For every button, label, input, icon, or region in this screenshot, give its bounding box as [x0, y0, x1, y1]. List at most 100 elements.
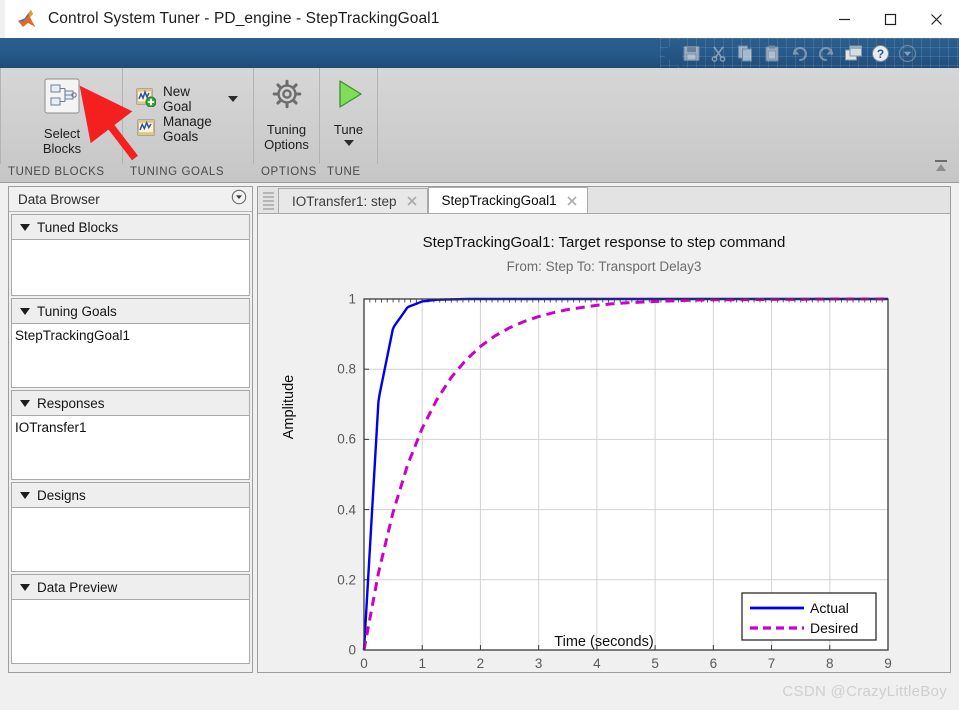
dropdown-circle-icon[interactable] [231, 189, 247, 210]
sidebar-section-label: Data Preview [37, 579, 118, 595]
data-browser-header: Data Browser [9, 187, 252, 212]
save-icon[interactable] [682, 44, 701, 63]
x-tick-label: 3 [534, 656, 543, 671]
close-tab-icon[interactable] [566, 195, 578, 207]
new-goal-icon [136, 87, 157, 112]
document-tab-steptrackinggoal1[interactable]: StepTrackingGoal1 [427, 187, 588, 213]
sidebar-section-tuned-blocks: Tuned Blocks [11, 214, 250, 296]
group-label-tuned-blocks: TUNED BLOCKS [8, 166, 105, 178]
more-chevron-icon[interactable] [898, 44, 917, 63]
new-goal-label: New Goal [163, 84, 192, 114]
sidebar-section-header-tuned-blocks[interactable]: Tuned Blocks [11, 214, 250, 240]
select-blocks-button[interactable]: Select Blocks [14, 68, 110, 160]
ribbon-groups: Select Blocks TUNED BLOCKS New Goal Mana… [0, 68, 378, 178]
sidebar-section-header-responses[interactable]: Responses [11, 390, 250, 416]
sidebar-list-data-preview[interactable] [11, 600, 250, 664]
manage-goals-icon [136, 117, 156, 142]
close-button[interactable] [913, 0, 959, 38]
ribbon-group-tuning-goals: New Goal Manage Goals TUNING GOALS [123, 68, 254, 178]
window-controls [821, 0, 959, 38]
svg-text:Actual: Actual [810, 600, 849, 616]
sidebar-section-tuning-goals: Tuning Goals StepTrackingGoal1 [11, 298, 250, 388]
manage-goals-button[interactable]: Manage Goals [131, 114, 243, 144]
paste-icon[interactable] [763, 44, 782, 63]
x-tick-label: 4 [593, 656, 601, 671]
undo-icon[interactable] [790, 44, 809, 63]
sidebar-list-responses[interactable]: IOTransfer1 [11, 416, 250, 480]
sidebar-section-label: Designs [37, 487, 86, 503]
sidebar-section-label: Tuning Goals [37, 303, 117, 319]
step-response-plot: StepTrackingGoal1: Target response to st… [259, 214, 949, 671]
ribbon-group-tune: Tune TUNE [320, 68, 378, 178]
list-item[interactable]: IOTransfer1 [12, 418, 249, 436]
triangle-down-icon [20, 491, 30, 499]
y-tick-label: 0 [348, 642, 356, 658]
window-title: Control System Tuner - PD_engine - StepT… [48, 10, 440, 27]
x-tick-label: 0 [360, 656, 368, 671]
sidebar-list-tuning-goals[interactable]: StepTrackingGoal1 [11, 324, 250, 388]
sidebar-section-header-tuning-goals[interactable]: Tuning Goals [11, 298, 250, 324]
tab-bar-grip[interactable] [263, 192, 274, 210]
title-bar: Control System Tuner - PD_engine - StepT… [5, 0, 959, 39]
data-browser-title: Data Browser [18, 191, 100, 207]
select-blocks-label: Select Blocks [42, 126, 82, 156]
manage-goals-label: Manage Goals [163, 114, 212, 144]
maximize-button[interactable] [867, 0, 913, 38]
sidebar-list-designs[interactable] [11, 508, 250, 572]
x-axis-label: Time (seconds) [554, 634, 654, 650]
sidebar-list-tuned-blocks[interactable] [11, 240, 250, 296]
sidebar-section-label: Tuned Blocks [37, 219, 119, 235]
x-tick-label: 1 [418, 656, 426, 671]
y-tick-label: 0.8 [337, 361, 356, 377]
cut-icon[interactable] [709, 44, 728, 63]
minimize-button[interactable] [821, 0, 867, 38]
x-tick-label: 7 [767, 656, 776, 671]
ribbon: Select Blocks TUNED BLOCKS New Goal Mana… [0, 68, 959, 183]
x-tick-label: 9 [884, 656, 892, 671]
sidebar-section-header-designs[interactable]: Designs [11, 482, 250, 508]
sidebar-section-header-data-preview[interactable]: Data Preview [11, 574, 250, 600]
triangle-down-icon [20, 399, 30, 407]
tune-button[interactable]: Tune [320, 68, 377, 160]
triangle-down-icon [20, 223, 30, 231]
ribbon-group-tuned-blocks: Select Blocks TUNED BLOCKS [0, 68, 123, 178]
copy-icon[interactable] [736, 44, 755, 63]
ribbon-group-options: Tuning Options OPTIONS [254, 68, 320, 178]
list-item[interactable]: StepTrackingGoal1 [12, 326, 249, 344]
data-browser-panel: Data Browser Tuned Blocks Tuning Goals S [8, 186, 253, 673]
document-tab-bar: IOTransfer1: step StepTrackingGoal1 [258, 187, 950, 214]
ribbon-tab-strip: ? CONTROL SYSTEM TUNING 视图 [0, 38, 959, 106]
x-tick-label: 8 [826, 656, 834, 671]
group-label-options: OPTIONS [261, 166, 317, 178]
redo-icon[interactable] [817, 44, 836, 63]
group-label-tuning-goals: TUNING GOALS [130, 166, 225, 178]
plot-canvas: StepTrackingGoal1: Target response to st… [259, 214, 949, 671]
sidebar-section-designs: Designs [11, 482, 250, 572]
sidebar-section-data-preview: Data Preview [11, 574, 250, 664]
y-tick-label: 0.6 [337, 431, 356, 447]
quick-access-toolbar: ? [682, 38, 917, 68]
gear-icon [269, 76, 305, 117]
layout-icon[interactable] [844, 44, 863, 63]
tuning-options-button[interactable]: Tuning Options [254, 68, 319, 160]
help-icon[interactable]: ? [871, 44, 890, 63]
x-tick-label: 6 [709, 656, 718, 671]
document-tab-label: IOTransfer1: step [292, 193, 397, 209]
group-label-tune: TUNE [327, 166, 361, 178]
play-icon [331, 76, 367, 117]
chevron-down-icon[interactable] [228, 96, 238, 102]
watermark: CSDN @CrazyLittleBoy [782, 683, 947, 700]
tuning-goals-buttons: New Goal Manage Goals [123, 68, 253, 160]
chart-subtitle: From: Step To: Transport Delay3 [506, 259, 702, 274]
y-tick-label: 1 [348, 291, 356, 307]
close-tab-icon[interactable] [406, 195, 418, 207]
y-axis-label: Amplitude [281, 374, 297, 440]
collapse-ribbon-icon[interactable] [930, 156, 952, 176]
sidebar-section-responses: Responses IOTransfer1 [11, 390, 250, 480]
y-tick-label: 0.4 [337, 502, 356, 518]
document-tab-iotransfer1-step[interactable]: IOTransfer1: step [278, 188, 428, 213]
tune-label: Tune [333, 122, 364, 137]
new-goal-button[interactable]: New Goal [131, 84, 243, 114]
y-tick-label: 0.2 [337, 572, 356, 588]
tune-chevron-down-icon[interactable] [343, 140, 354, 146]
